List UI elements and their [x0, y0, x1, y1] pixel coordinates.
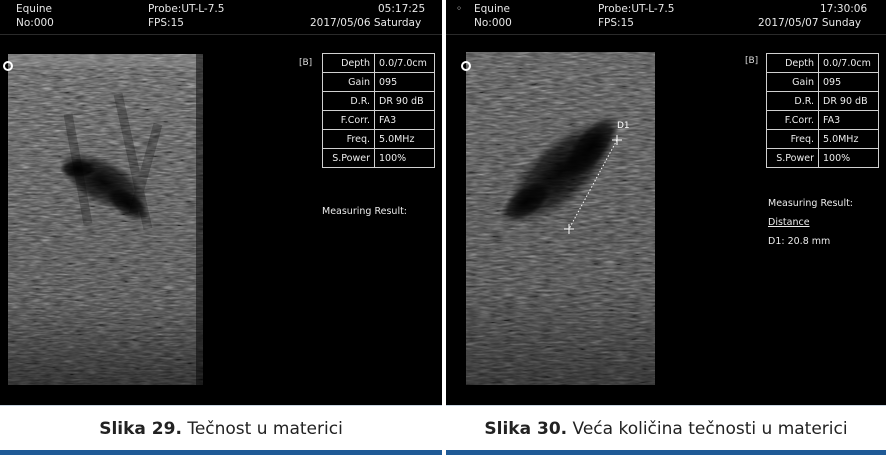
ultrasound-screen-right: ◦ Equine Probe:UT-L-7.5 17:30:06 No:000 …	[446, 0, 886, 405]
caption-label: Slika 29.	[99, 419, 182, 439]
header-time: 05:17:25	[378, 3, 426, 15]
caption-label: Slika 30.	[484, 419, 568, 439]
param-row: Gain 095	[766, 72, 879, 92]
header-divider	[0, 34, 442, 35]
ultrasound-screen-left: Equine Probe:UT-L-7.5 05:17:25 No:000 FP…	[0, 0, 442, 405]
param-key: Gain	[322, 72, 375, 92]
mode-tag: [B]	[299, 58, 313, 68]
measure-value: D1: 20.8 mm	[768, 236, 831, 247]
param-key: Depth	[766, 53, 819, 73]
param-value: FA3	[818, 110, 879, 130]
header-probe: Probe:UT-L-7.5	[598, 3, 675, 15]
header-app: Equine	[16, 3, 52, 15]
param-value: DR 90 dB	[818, 91, 879, 111]
focus-marker-icon	[461, 61, 471, 71]
param-key: D.R.	[766, 91, 819, 111]
header-fps: FPS:15	[148, 17, 184, 29]
header-app: Equine	[474, 3, 510, 15]
caption-text: Veća količina tečnosti u materici	[567, 419, 848, 439]
param-row: Freq. 5.0MHz	[766, 129, 879, 149]
param-row: S.Power 100%	[322, 148, 435, 168]
param-value: 0.0/7.0cm	[374, 53, 435, 73]
param-row: Depth 0.0/7.0cm	[766, 53, 879, 73]
param-row: Freq. 5.0MHz	[322, 129, 435, 149]
param-value: 5.0MHz	[374, 129, 435, 149]
param-key: Freq.	[766, 129, 819, 149]
param-key: Depth	[322, 53, 375, 73]
param-key: F.Corr.	[322, 110, 375, 130]
caption-accent-bar	[446, 450, 886, 455]
param-value: 095	[374, 72, 435, 92]
measuring-result-title: Measuring Result:	[768, 198, 854, 209]
parameters-table: Depth 0.0/7.0cm Gain 095 D.R. DR 90 dB F.Co…	[766, 53, 879, 168]
param-key: S.Power	[766, 148, 819, 168]
header-time: 17:30:06	[820, 3, 868, 15]
param-value: DR 90 dB	[374, 91, 435, 111]
ultrasound-image	[466, 52, 655, 385]
param-value: 095	[818, 72, 879, 92]
param-row: Gain 095	[322, 72, 435, 92]
measure-type: Distance	[768, 217, 810, 228]
header-date: 2017/05/06 Saturday	[310, 17, 422, 29]
header-indicator-icon: ◦	[456, 3, 463, 15]
param-value: FA3	[374, 110, 435, 130]
param-key: D.R.	[322, 91, 375, 111]
param-key: Freq.	[322, 129, 375, 149]
figure-30: ◦ Equine Probe:UT-L-7.5 17:30:06 No:000 …	[446, 0, 886, 455]
param-row: F.Corr. FA3	[322, 110, 435, 130]
header-probe: Probe:UT-L-7.5	[148, 3, 225, 15]
param-row: D.R. DR 90 dB	[322, 91, 435, 111]
param-row: S.Power 100%	[766, 148, 879, 168]
figure-caption: Slika 29. Tečnost u materici	[0, 419, 442, 439]
param-key: Gain	[766, 72, 819, 92]
caption-text: Tečnost u materici	[181, 419, 343, 439]
caption-area: Slika 30. Veća količina tečnosti u mater…	[446, 405, 886, 455]
param-value: 5.0MHz	[818, 129, 879, 149]
header-divider	[446, 34, 886, 35]
param-value: 100%	[818, 148, 879, 168]
figure-caption: Slika 30. Veća količina tečnosti u mater…	[446, 419, 886, 439]
param-value: 100%	[374, 148, 435, 168]
param-key: S.Power	[322, 148, 375, 168]
header-number: No:000	[474, 17, 512, 29]
figure-29: Equine Probe:UT-L-7.5 05:17:25 No:000 FP…	[0, 0, 442, 455]
header-number: No:000	[16, 17, 54, 29]
param-row: F.Corr. FA3	[766, 110, 879, 130]
param-row: Depth 0.0/7.0cm	[322, 53, 435, 73]
param-key: F.Corr.	[766, 110, 819, 130]
parameters-table: Depth 0.0/7.0cm Gain 095 D.R. DR 90 dB F.Co…	[322, 53, 435, 168]
header-date: 2017/05/07 Sunday	[758, 17, 862, 29]
ultrasound-image	[8, 54, 203, 385]
mode-tag: [B]	[745, 56, 759, 66]
header-fps: FPS:15	[598, 17, 634, 29]
focus-marker-icon	[3, 61, 13, 71]
param-row: D.R. DR 90 dB	[766, 91, 879, 111]
caption-area: Slika 29. Tečnost u materici	[0, 405, 442, 455]
measuring-result-title: Measuring Result:	[322, 206, 408, 217]
caption-accent-bar	[0, 450, 442, 455]
measure-marker-label: D1	[617, 121, 630, 131]
param-value: 0.0/7.0cm	[818, 53, 879, 73]
